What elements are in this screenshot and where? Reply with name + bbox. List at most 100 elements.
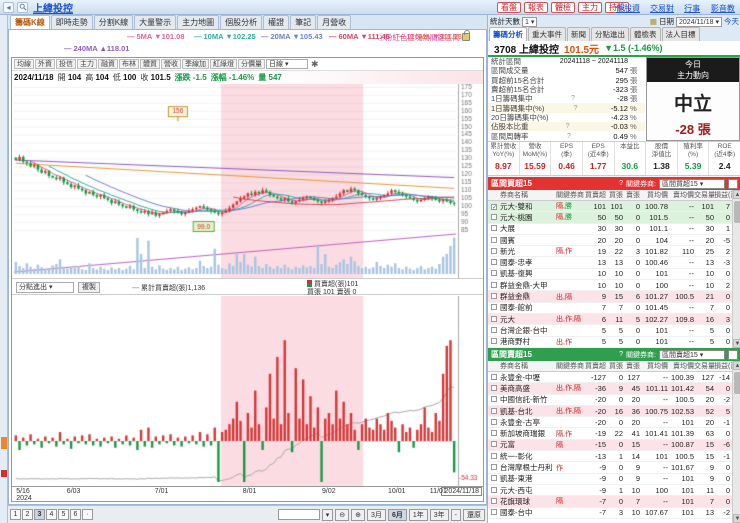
page-button-4[interactable]: 4	[46, 509, 57, 520]
row-checkbox[interactable]	[488, 384, 500, 393]
help-icon[interactable]: ?	[574, 105, 578, 112]
copy-button[interactable]: 複製	[78, 282, 100, 293]
buy-filter-select[interactable]: 區間買超15 ▾	[659, 178, 725, 189]
date-select[interactable]: 2024/11/18 ▾	[676, 16, 722, 27]
stat-days-select[interactable]: 1 ▾	[522, 16, 538, 27]
row-checkbox[interactable]	[488, 281, 500, 290]
today-button[interactable]: 今天	[724, 16, 739, 27]
help-icon[interactable]: ?	[567, 133, 571, 140]
row-checkbox[interactable]	[488, 258, 500, 267]
row-checkbox[interactable]	[488, 407, 500, 416]
scroll-up-icon[interactable]: ▲	[733, 361, 740, 370]
table-row[interactable]: ✓ 元大-雙和 隔,勝 101 101 0 100.78 -- 101 7	[488, 201, 740, 213]
row-checkbox[interactable]: ✓	[488, 202, 500, 211]
row-checkbox[interactable]	[488, 486, 500, 495]
col-header-6[interactable]: 賣均價	[668, 361, 694, 371]
row-checkbox[interactable]	[488, 247, 500, 256]
chart-toolbar-button-1[interactable]: 外資	[35, 59, 55, 69]
chart-toolbar-button-9[interactable]: 紅綠燈	[210, 59, 237, 69]
row-checkbox[interactable]	[488, 395, 500, 404]
chart-toolbar-button-0[interactable]: 均線	[14, 59, 34, 69]
page-button-5[interactable]: 5	[58, 509, 69, 520]
lock-icon[interactable]	[462, 30, 470, 41]
row-checkbox[interactable]	[488, 303, 500, 312]
col-header-5[interactable]: 買均價	[640, 361, 668, 371]
table-row[interactable]: 凱基-復興 10 10 0 101 -- 10 0	[488, 269, 740, 281]
col-header-1[interactable]: 關鍵券商	[556, 190, 584, 200]
sell-qmark[interactable]: ?	[619, 351, 623, 358]
table-row[interactable]: 永豐金-中壢 -127 0 127 -- 100.39 127 -14	[488, 372, 740, 384]
row-checkbox[interactable]	[488, 269, 500, 278]
broker-pane-select[interactable]: 分點進出 ▾	[16, 282, 74, 293]
goto-dropdown-icon[interactable]: ▾	[321, 508, 334, 521]
tab-0[interactable]: 籌碼K線	[10, 15, 50, 29]
scroll-thumb[interactable]	[734, 201, 740, 223]
row-checkbox[interactable]	[488, 326, 500, 335]
gear-icon[interactable]: ✱	[311, 59, 319, 70]
row-checkbox[interactable]	[488, 463, 500, 472]
col-header-5[interactable]: 買均價	[640, 190, 668, 200]
chart-toolbar-button-3[interactable]: 主力	[77, 59, 97, 69]
tab-6[interactable]: 權證	[263, 15, 290, 29]
analysis-tab-5[interactable]: 法人目標	[661, 27, 700, 41]
x-axis-last-date[interactable]: 2024/11/18	[441, 487, 482, 496]
table-row[interactable]: 新加坡商瑞銀 隔,作 -19 22 41 101.41 101.39 63 0	[488, 428, 740, 440]
tab-3[interactable]: 大量警示	[134, 15, 177, 29]
range-button-3[interactable]: 3年	[429, 508, 449, 521]
range-button-4[interactable]: -	[450, 508, 461, 521]
row-checkbox[interactable]	[488, 474, 500, 483]
chart-toolbar-button-8[interactable]: 季線加	[182, 59, 209, 69]
tab-1[interactable]: 即時走勢	[50, 15, 93, 29]
back-icon[interactable]: ◂	[3, 1, 14, 13]
analysis-tab-2[interactable]: 新聞	[567, 27, 590, 41]
table-row[interactable]: 新光 隔,作 19 22 3 101.82 110 25 2	[488, 246, 740, 258]
col-header-3[interactable]: 買張	[606, 190, 623, 200]
row-checkbox[interactable]	[488, 429, 500, 438]
netbuy-bar-chart[interactable]	[12, 296, 483, 486]
col-header-2[interactable]: 買賣超	[584, 361, 606, 371]
page-button-3[interactable]: 3	[34, 509, 45, 520]
topbar-button-0[interactable]: 看盤	[497, 2, 521, 13]
row-checkbox[interactable]	[488, 236, 500, 245]
row-checkbox[interactable]	[488, 440, 500, 449]
table-row[interactable]: 港商野村 出,作 5 5 0 101 -- 5 0	[488, 337, 740, 348]
table-row[interactable]: 花旗環球 隔 -7 0 7 -- 101 7 0	[488, 496, 740, 508]
row-checkbox[interactable]	[488, 224, 500, 233]
table-row[interactable]: 元大 出,作,隔 6 11 5 102.27 109.8 16 3	[488, 313, 740, 326]
page-button-·[interactable]: ·	[82, 509, 93, 520]
chart-toolbar-button-7[interactable]: 營收	[161, 59, 181, 69]
chart-toolbar-button-6[interactable]: 體質	[140, 59, 160, 69]
analysis-tab-4[interactable]: 體檢表	[630, 27, 661, 41]
topbar-button-2[interactable]: 體檢	[551, 2, 575, 13]
topbar-button-3[interactable]: 主力	[578, 2, 602, 13]
tab-8[interactable]: 月營收	[317, 15, 352, 29]
col-header-2[interactable]: 買賣超	[584, 190, 606, 200]
page-title[interactable]: 上緯投控	[33, 0, 73, 15]
page-button-1[interactable]: 1	[10, 509, 21, 520]
row-checkbox[interactable]	[488, 373, 500, 382]
table-row[interactable]: 元大-西屯 -9 1 10 100 101 11 0	[488, 485, 740, 497]
row-checkbox[interactable]	[488, 508, 500, 517]
analysis-tab-1[interactable]: 重大事件	[528, 27, 566, 41]
table-row[interactable]: 永豐金-古亭 -20 0 20 -- 101 20 -1	[488, 417, 740, 429]
tab-5[interactable]: 個股分析	[220, 15, 263, 29]
col-header-4[interactable]: 賣張	[623, 190, 640, 200]
scroll-up-icon[interactable]: ▲	[733, 190, 740, 199]
sell-filter-select[interactable]: 區間賣超15 ▾	[659, 349, 725, 360]
row-checkbox[interactable]	[488, 452, 500, 461]
search-icon[interactable]	[17, 1, 28, 13]
col-header-1[interactable]: 關鍵券商	[556, 361, 584, 371]
zoom-out-icon[interactable]: ⊖	[335, 508, 350, 521]
sell-table-scrollbar[interactable]: ▲ ▼	[732, 361, 740, 523]
table-row[interactable]: 凱基-東港 -9 0 9 -- 101 9 0	[488, 474, 740, 485]
col-header-6[interactable]: 賣均價	[668, 190, 694, 200]
col-header-3[interactable]: 買張	[606, 361, 623, 371]
range-button-2[interactable]: 1年	[408, 508, 428, 521]
range-button-0[interactable]: 3月	[367, 508, 386, 521]
col-header-4[interactable]: 賣張	[623, 361, 640, 371]
tab-4[interactable]: 主力地圖	[177, 15, 220, 29]
page-button-2[interactable]: 2	[22, 509, 33, 520]
table-row[interactable]: 群益金鼎-大甲 10 10 0 100 -- 10 2	[488, 280, 740, 292]
range-button-1[interactable]: 6月	[387, 508, 407, 521]
table-row[interactable]: 元富 隔 -15 0 15 -- 100.87 15 -6	[488, 439, 740, 452]
